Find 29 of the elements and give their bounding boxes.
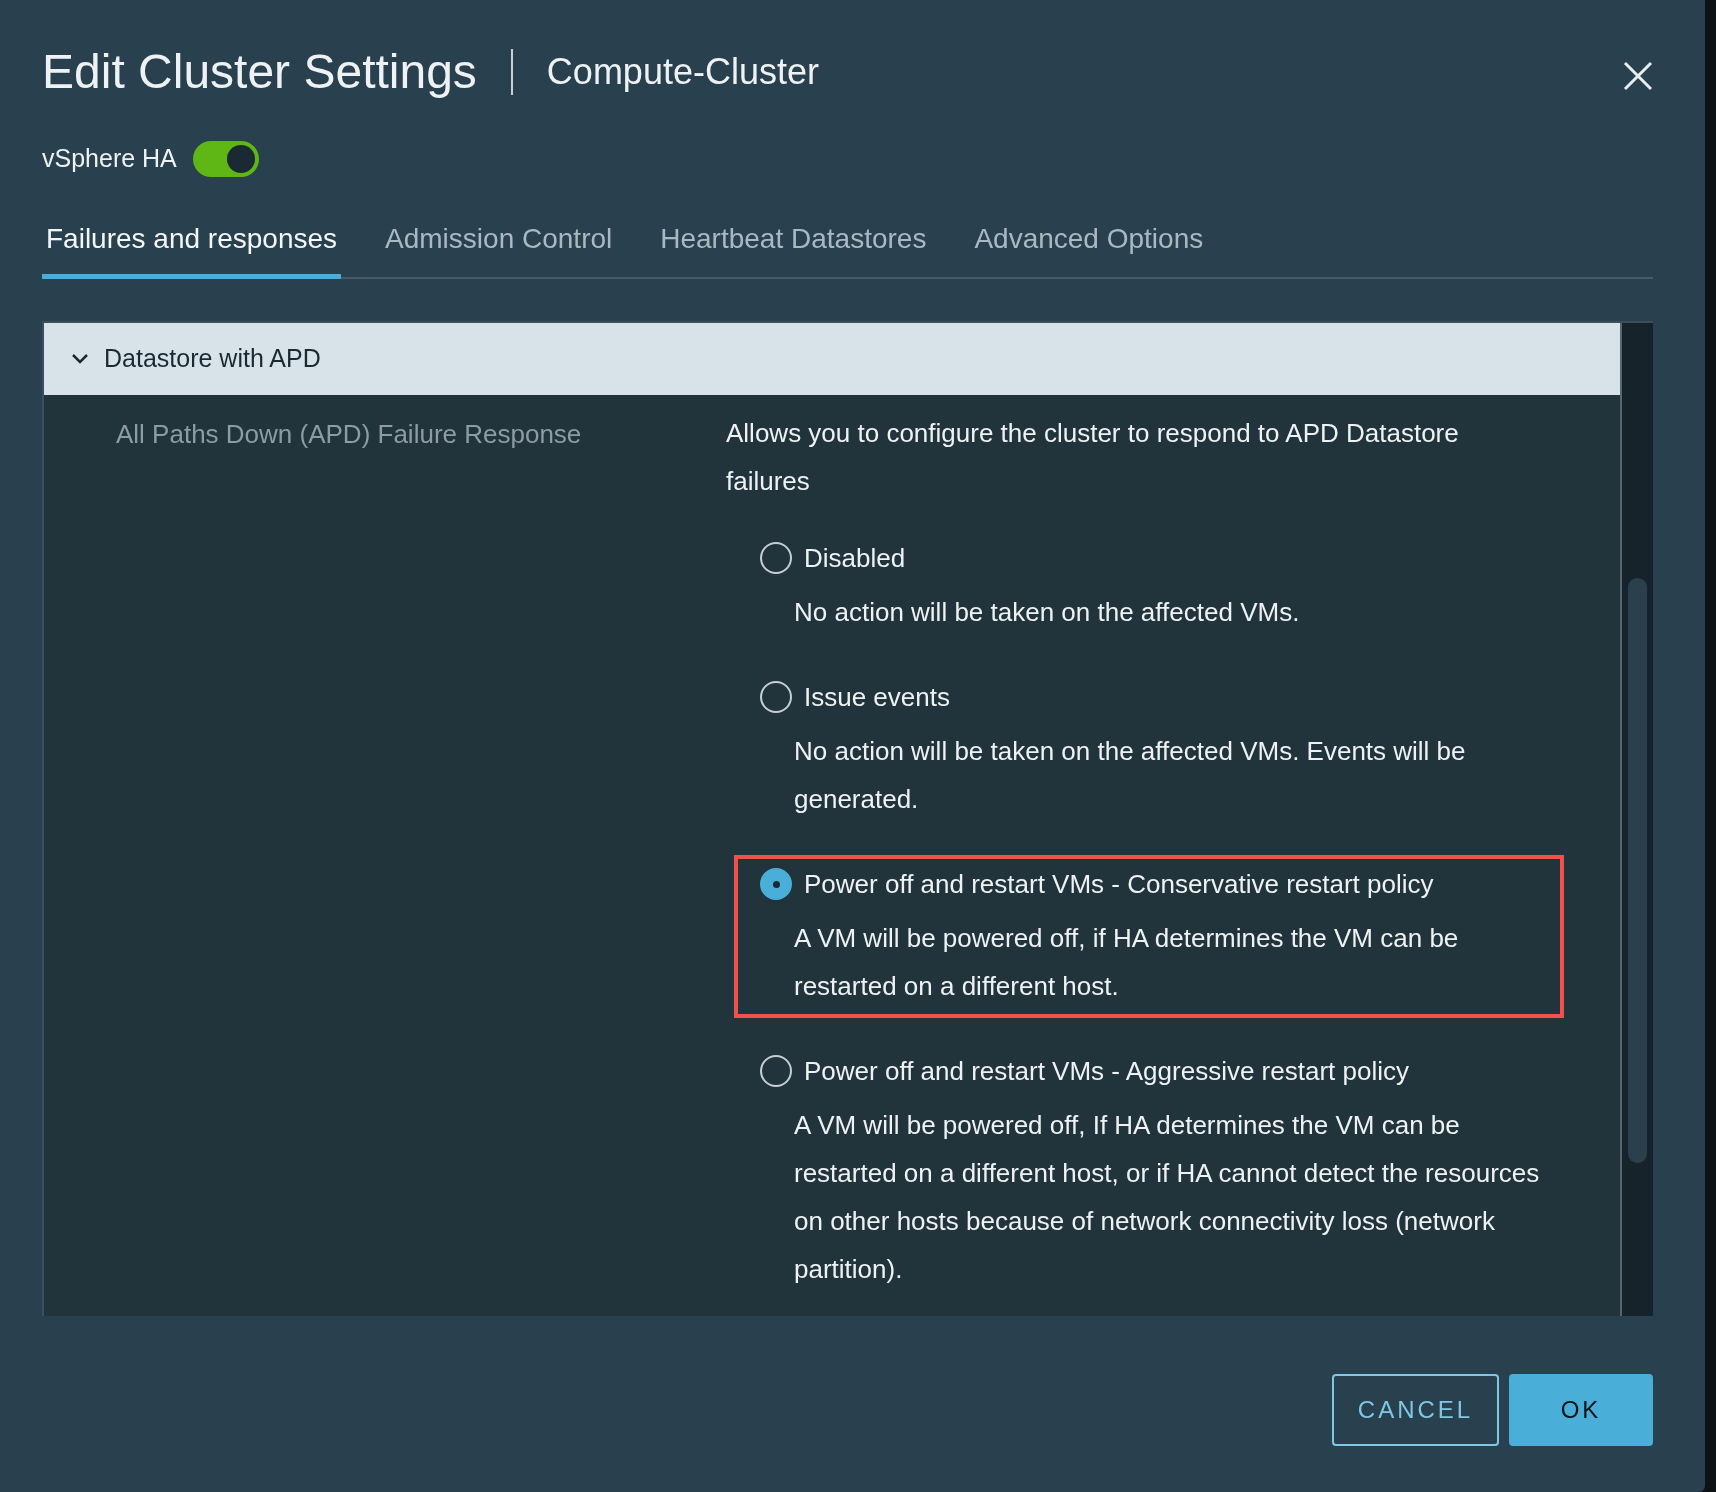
option-description: No action will be taken on the affected VMs. (793, 595, 1301, 629)
dialog-subtitle: Compute-Cluster (546, 50, 819, 94)
option-description: A VM will be powered off, If HA determines the VM can be restarted on a different host, or if HA cannot detect the resources on other hosts because of network connectivity loss (network partition). (793, 1108, 1541, 1286)
tab[interactable]: Advanced Options (970, 217, 1208, 279)
tab[interactable]: Failures and responses (42, 217, 342, 279)
option-description: No action will be taken on the affected VMs. Events will be generated. (793, 734, 1467, 816)
option-label[interactable]: Power off and restart VMs - Aggressive restart policy (804, 1051, 1409, 1091)
option-label[interactable]: Issue events (804, 677, 950, 717)
toggle-switch[interactable] (192, 140, 259, 177)
ok-button[interactable]: OK (1509, 1374, 1653, 1446)
close-icon[interactable] (1623, 61, 1653, 91)
dialog-title: Edit Cluster Settings (42, 44, 477, 100)
tab[interactable]: Admission Control (381, 217, 617, 279)
option-description: A VM will be powered off, if HA determines the VM can be restarted on a different host. (793, 921, 1460, 1003)
radio-button[interactable] (760, 868, 792, 900)
setting-label: All Paths Down (APD) Failure Response (115, 417, 583, 451)
radio-button[interactable] (760, 542, 792, 574)
option-label[interactable]: Disabled (804, 538, 906, 578)
scrollbar-thumb[interactable] (1628, 577, 1647, 1163)
option-label[interactable]: Power off and restart VMs - Conservative restart policy (804, 864, 1434, 904)
section-title: Datastore with APD (104, 342, 321, 374)
radio-button[interactable] (760, 681, 792, 713)
tab[interactable]: Heartbeat Datastores (656, 217, 931, 279)
radio-button[interactable] (760, 1055, 792, 1087)
setting-description: Allows you to configure the cluster to respond to APD Datastore failures (726, 416, 1460, 498)
scrollbar-track[interactable] (1620, 322, 1653, 1316)
toggle-label: vSphere HA (42, 143, 177, 174)
cancel-button[interactable]: CANCEL (1332, 1374, 1499, 1446)
section-header[interactable]: Datastore with APD (44, 322, 1620, 395)
